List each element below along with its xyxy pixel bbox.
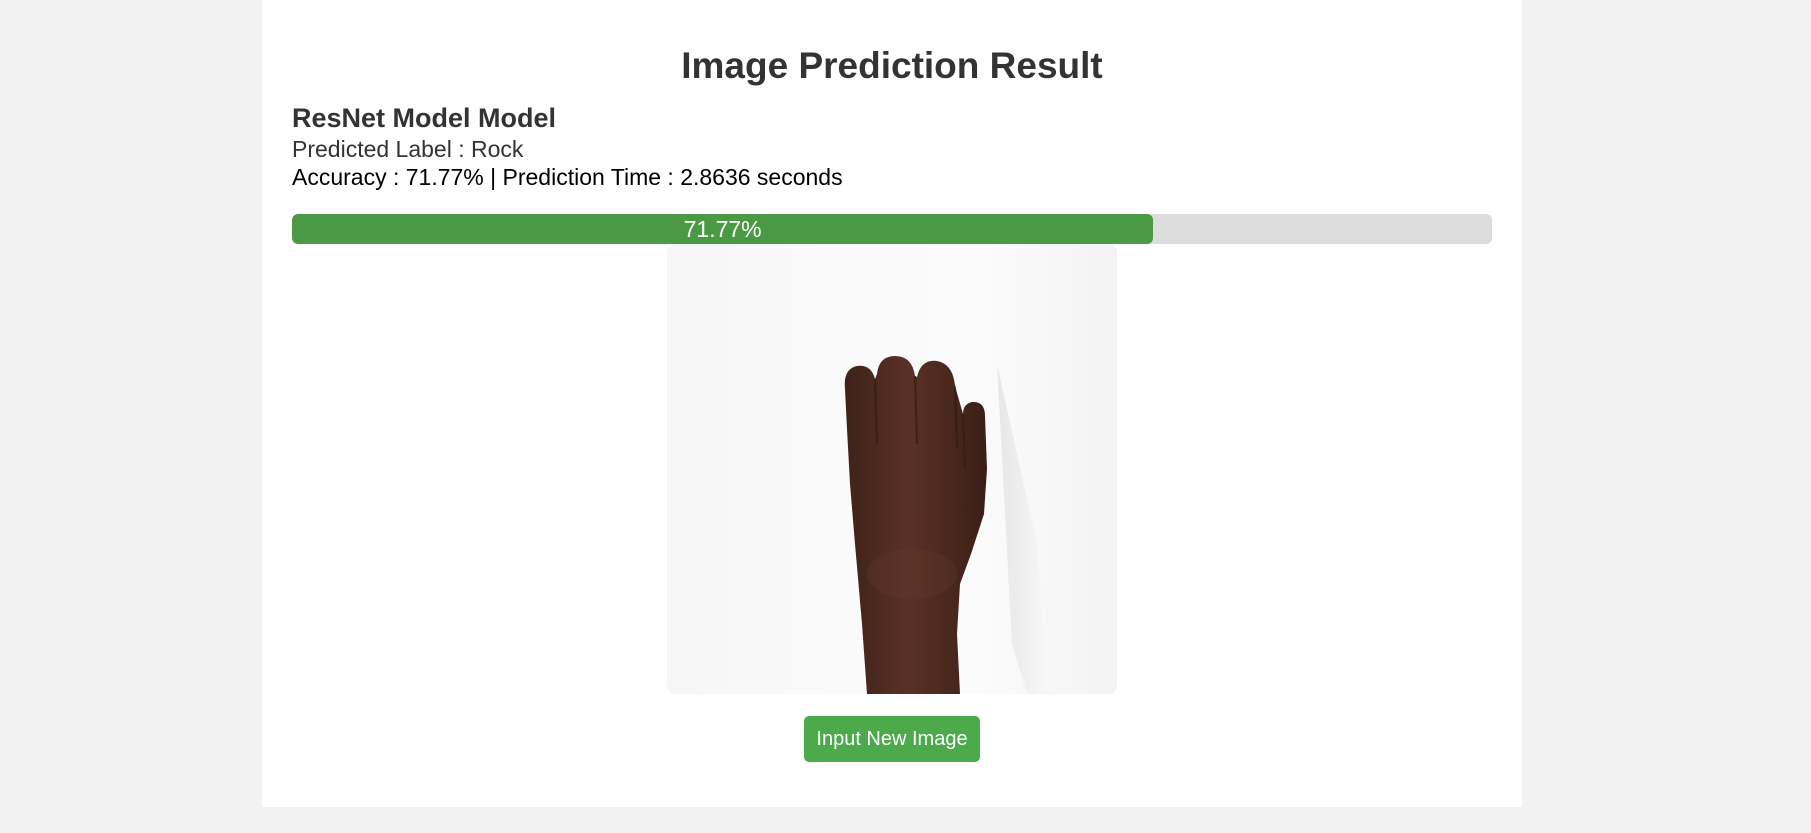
input-new-image-button[interactable]: Input New Image xyxy=(804,716,980,762)
accuracy-and-time: Accuracy : 71.77% | Prediction Time : 2.… xyxy=(292,164,843,190)
model-name: ResNet Model Model xyxy=(292,103,557,133)
accuracy-progress-fill: 71.77% xyxy=(292,214,1154,244)
accuracy-progress-label: 71.77% xyxy=(683,216,762,242)
uploaded-image xyxy=(667,244,1117,694)
accuracy-progress-bar: 71.77% xyxy=(292,214,1492,244)
hand-image xyxy=(844,356,1047,694)
result-card: Image Prediction Result ResNet Model Mod… xyxy=(262,0,1522,807)
page-title: Image Prediction Result xyxy=(681,45,1103,86)
predicted-label: Predicted Label : Rock xyxy=(292,136,524,162)
